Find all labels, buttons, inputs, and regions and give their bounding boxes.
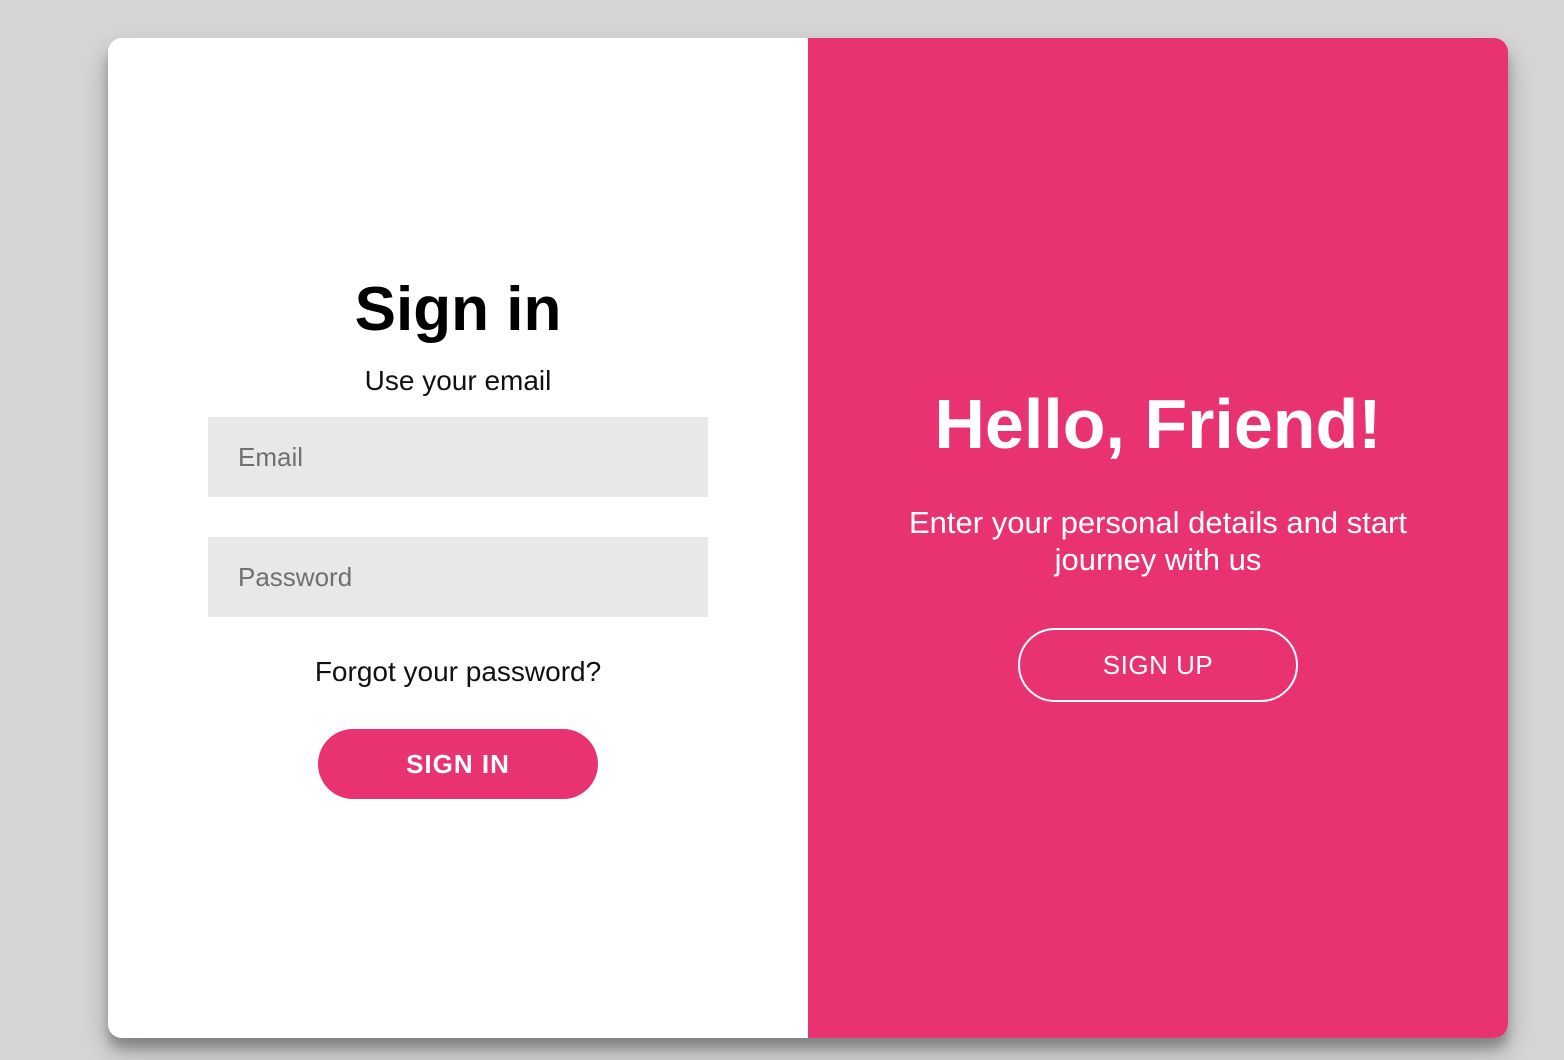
email-field[interactable]: [208, 417, 708, 497]
forgot-password-link[interactable]: Forgot your password?: [108, 655, 808, 689]
overlay-title: Hello, Friend!: [934, 385, 1382, 463]
sign-up-button[interactable]: SIGN UP: [1018, 628, 1298, 702]
sign-in-button[interactable]: SIGN IN: [318, 729, 598, 799]
password-field[interactable]: [208, 537, 708, 617]
sign-in-title: Sign in: [354, 275, 562, 344]
overlay-subtitle: Enter your personal details and start jo…: [909, 505, 1407, 577]
sign-up-overlay-panel: Hello, Friend! Enter your personal detai…: [808, 38, 1508, 1038]
sign-in-subtitle: Use your email: [364, 365, 552, 396]
auth-card: Sign in Use your email Forgot your passw…: [108, 38, 1508, 1038]
sign-in-panel: Sign in Use your email Forgot your passw…: [108, 38, 808, 1038]
